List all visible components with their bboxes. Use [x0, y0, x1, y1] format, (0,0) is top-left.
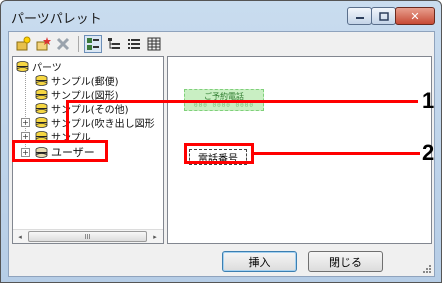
- parts-db-icon: [16, 60, 29, 72]
- scroll-thumb[interactable]: III: [28, 231, 147, 242]
- tree-item-sample-shapes[interactable]: サンプル(図形): [35, 87, 119, 102]
- callout-phone-highlight: [184, 143, 254, 164]
- new-part-icon: [16, 36, 31, 51]
- view-tree-icon: [108, 38, 120, 49]
- minimize-button[interactable]: [347, 7, 372, 25]
- parts-db-icon: [35, 116, 48, 128]
- view-detail-icon: [147, 37, 161, 51]
- tree-root-parts[interactable]: パーツ: [16, 59, 62, 74]
- toolbar-separator: [78, 36, 79, 52]
- close-button[interactable]: 閉じる: [308, 251, 383, 272]
- scroll-right-arrow[interactable]: ▸: [148, 230, 162, 243]
- tree-root-label: パーツ: [32, 62, 62, 74]
- callout-user-highlight: [12, 140, 108, 162]
- maximize-button[interactable]: [371, 7, 396, 25]
- tree-item-sample-other[interactable]: サンプル(その他): [35, 101, 129, 116]
- insert-button[interactable]: 挿入: [222, 251, 297, 272]
- window-title: パーツパレット: [11, 12, 102, 27]
- callout-2-line: [254, 152, 420, 155]
- callout-1-number: 1: [422, 88, 435, 113]
- expand-toggle[interactable]: +: [21, 118, 30, 127]
- reservation-label-number: 000 0000 0000: [194, 102, 254, 109]
- close-window-button[interactable]: ✕: [395, 7, 435, 25]
- minimize-icon: [355, 17, 364, 19]
- view-large-icon: [87, 38, 99, 50]
- callout-2-number: 2: [422, 140, 435, 165]
- star-part-button[interactable]: [34, 35, 52, 53]
- horizontal-scrollbar[interactable]: ◂ III ▸: [13, 229, 163, 243]
- new-part-button[interactable]: [14, 35, 32, 53]
- tree-item-label: サンプル(郵便): [51, 76, 119, 88]
- title-bar[interactable]: パーツパレット ✕: [1, 1, 441, 31]
- close-icon: ✕: [410, 9, 420, 23]
- view-detail-button[interactable]: [145, 35, 163, 53]
- tree-item-sample-callouts[interactable]: サンプル(吹き出し図形: [35, 115, 155, 130]
- resize-grip-icon[interactable]: [422, 264, 432, 274]
- callout-1-connector: [66, 100, 69, 142]
- view-tree-button[interactable]: [105, 35, 123, 53]
- delete-button[interactable]: [54, 35, 72, 53]
- parts-db-icon: [35, 102, 48, 114]
- scroll-left-arrow[interactable]: ◂: [13, 230, 27, 243]
- maximize-icon: [378, 11, 389, 21]
- parts-db-icon: [35, 88, 48, 100]
- parts-db-icon: [35, 74, 48, 86]
- view-large-button[interactable]: [84, 35, 102, 53]
- toolbar: [12, 34, 432, 54]
- view-list-button[interactable]: [125, 35, 143, 53]
- callout-1-line: [66, 100, 418, 103]
- view-list-icon: [128, 39, 140, 49]
- tree-item-sample-postal[interactable]: サンプル(郵便): [35, 73, 119, 88]
- delete-icon: [56, 37, 70, 51]
- star-part-icon: [36, 37, 51, 51]
